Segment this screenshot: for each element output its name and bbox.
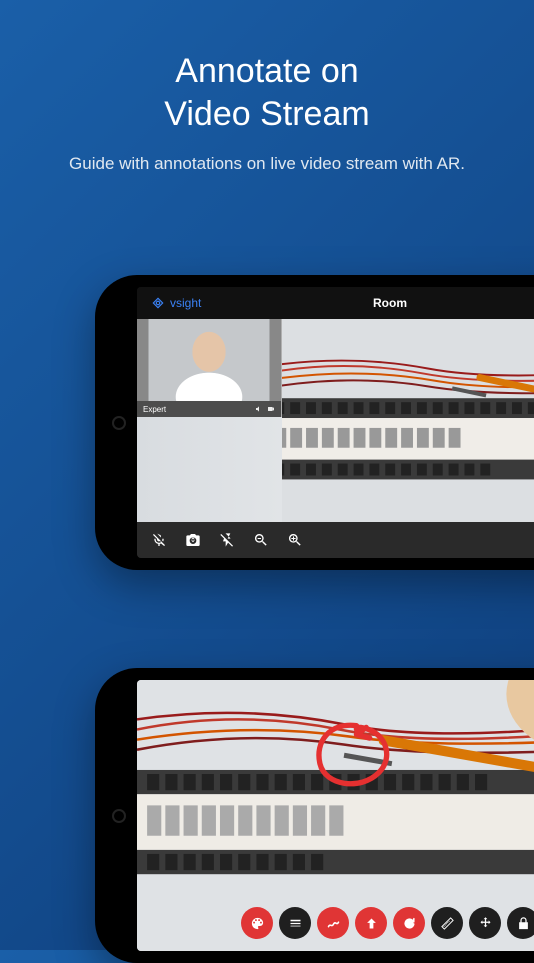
mic-muted-button[interactable] [151,532,167,548]
app-header: vsight Room [137,287,534,319]
mic-off-icon [151,532,167,548]
arrow-up-icon [364,916,379,931]
flash-off-icon [219,532,235,548]
palette-icon [250,916,265,931]
hero-title-line1: Annotate on [175,52,358,90]
move-tool-button[interactable] [469,907,501,939]
stroke-width-button[interactable] [279,907,311,939]
circle-tool-button[interactable] [393,907,425,939]
speaker-icon [255,405,263,413]
freehand-draw-button[interactable] [317,907,349,939]
arrow-tool-button[interactable] [355,907,387,939]
zoom-out-button[interactable] [253,532,269,548]
switch-camera-icon [185,532,201,548]
switch-camera-button[interactable] [185,532,201,548]
lines-icon [288,916,303,931]
zoom-in-button[interactable] [287,532,303,548]
lock-icon [516,916,531,931]
annotation-toolbar [241,907,534,939]
expert-video [137,319,281,401]
eye-icon [151,296,165,310]
phone-mockup-1: vsight Room [95,275,534,570]
brand-label: vsight [170,296,201,310]
room-title: Room [373,296,407,310]
pip-info-bar: Expert [137,401,281,417]
main-video-area[interactable]: Expert [137,319,534,522]
color-palette-button[interactable] [241,907,273,939]
hero-title: Annotate on Video Stream [0,0,534,135]
phone-mockup-2 [95,668,534,963]
electrical-panel-video [282,319,534,522]
ruler-icon [440,916,455,931]
brand-logo: vsight [151,296,201,310]
scribble-icon [326,916,341,931]
camera-icon [267,405,275,413]
zoom-out-icon [253,532,269,548]
phone2-screen [137,680,534,951]
call-toolbar: Leave AR+ [137,522,534,558]
ruler-tool-button[interactable] [431,907,463,939]
flash-off-button[interactable] [219,532,235,548]
zoom-in-icon [287,532,303,548]
move-icon [478,916,493,931]
hero-subtitle: Guide with annotations on live video str… [0,135,534,176]
phone1-screen: vsight Room [137,287,534,558]
redo-circle-icon [402,916,417,931]
pip-thumbnail[interactable]: Expert [137,319,282,417]
lock-tool-button[interactable] [507,907,534,939]
hero-title-line2: Video Stream [164,95,369,133]
pip-role-label: Expert [143,405,166,414]
